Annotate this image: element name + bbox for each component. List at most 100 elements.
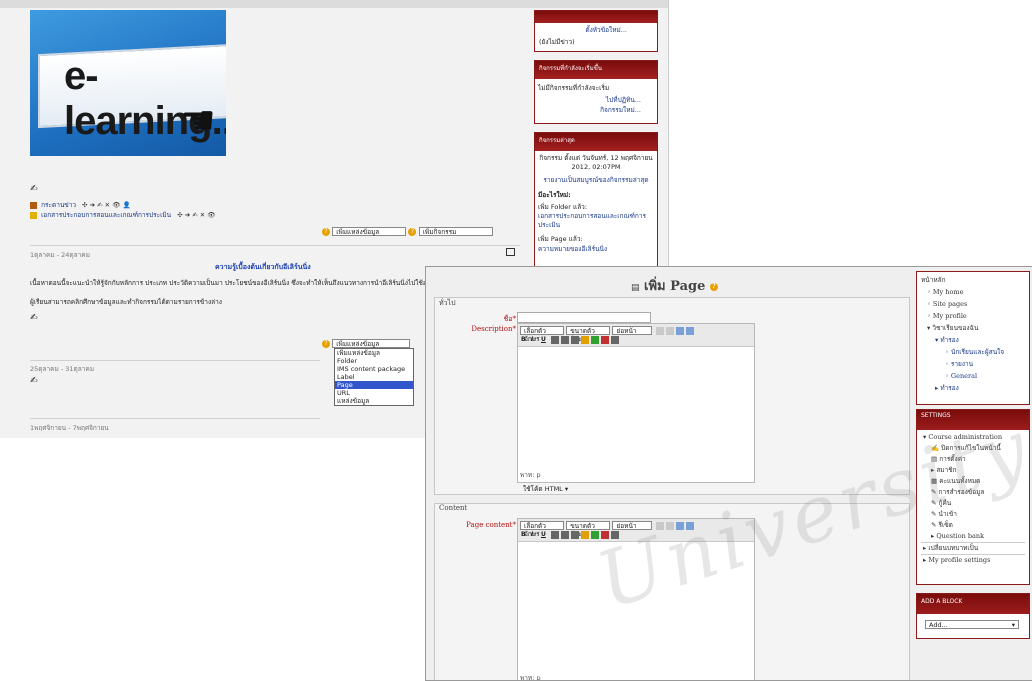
expand-section-icon[interactable] [506,248,515,256]
description-editor[interactable]: เลือกตัวอักษร ขนาดตัวอักษร ย่อหน้า BIU พ… [517,323,755,483]
link-icon[interactable] [581,336,589,344]
font-size-select[interactable]: ขนาดตัวอักษร [566,521,611,538]
recent-page-link[interactable]: ความหมายของอีเลิร์นนิ่ง [535,244,657,254]
nav-item[interactable]: ▸ ทำรอง [921,382,1025,394]
nav-item-label[interactable]: My home [933,288,964,296]
redo-icon[interactable] [665,326,674,335]
upcoming-events-block: กิจกรรมที่กำลังจะเริ่มขึ้น ไม่มีกิจกรรมท… [534,60,658,124]
add-resource-select-open[interactable]: เพิ่มแหล่งข้อมูล [332,339,411,348]
settings-item-label[interactable]: เปลี่ยนบทบาทเป็น [928,544,978,552]
color-icon[interactable] [601,336,609,344]
edit-controls-icon[interactable]: ✣ ➜ ✍ ✕ 👁 👤 [82,201,130,209]
align-icon[interactable] [561,531,569,539]
week3-date: 1พฤศจิกายน - 7พฤศจิกายน [30,424,109,432]
full-report-link[interactable]: รายงานเป็นสมบูรณ์ของกิจกรรมล่าสุด [535,172,657,188]
dropdown-option[interactable]: IMS content package [335,365,413,373]
page-icon: ▤ [631,283,640,293]
dropdown-option[interactable]: Folder [335,357,413,365]
add-block-select[interactable]: Add... ▾ [925,620,1019,629]
resource-folder-label[interactable]: เอกสารประกอบการสอนและเกณฑ์การประเมิน [41,211,171,219]
nav-item-label[interactable]: นักเรียนและผู้สนใจ [951,348,1004,356]
font-family-select[interactable]: เลือกตัวอักษร [520,521,564,538]
italic-icon[interactable]: I [531,336,539,344]
nav-item-label[interactable]: ทำรอง [940,384,959,392]
help-icon[interactable]: ? [408,227,417,236]
add-block-select-label[interactable]: Add... [929,621,948,629]
align-icon[interactable] [571,531,579,539]
nav-item-label[interactable]: วิชาเรียนของฉัน [932,324,978,332]
nav-item[interactable]: ◦ My profile [921,310,1025,322]
settings-item-label[interactable]: My profile settings [928,556,990,564]
nav-item[interactable]: ◦ รายงาน [921,358,1025,370]
nav-item[interactable]: ◦ นักเรียนและผู้สนใจ [921,346,1025,358]
week1-instructions: ผู้เรียนสามารถคลิกศึกษาข้อมูลและทำกิจกรร… [30,298,222,306]
strike-icon[interactable] [551,531,559,539]
nav-header[interactable]: หน้าหลัก [921,274,1025,286]
font-size-select[interactable]: ขนาดตัวอักษร [566,326,611,343]
news-add-link[interactable]: ตั้งหัวข้อใหม่... [535,23,657,35]
font-family-select[interactable]: เลือกตัวอักษร [520,326,564,343]
fullscreen-icon[interactable] [685,326,694,335]
edit-icon[interactable]: ✍ [30,376,38,386]
chevron-down-icon: ▾ [1011,621,1015,629]
nav-item[interactable]: ▾ ทำรอง [921,334,1025,346]
resource-dropdown-list[interactable]: เพิ่มแหล่งข้อมูล Folder IMS content pack… [334,348,414,406]
dropdown-option[interactable]: แหล่งข้อมูล [335,397,413,405]
new-event-link[interactable]: กิจกรรมใหม่... [535,105,657,115]
nav-item[interactable]: ▾ วิชาเรียนของฉัน [921,322,1025,334]
resource-forum-label[interactable]: กระดานข่าว [41,201,76,209]
section-divider [30,360,320,361]
settings-item[interactable]: ▸ Question bank [921,531,1025,542]
add-activity-select[interactable]: เพิ่มกิจกรรม [418,227,493,236]
add-block-header: ADD A BLOCK [917,594,1029,614]
resource-forum[interactable]: กระดานข่าว ✣ ➜ ✍ ✕ 👁 👤 [30,200,131,210]
italic-icon[interactable]: I [531,531,539,539]
image-icon[interactable] [591,336,599,344]
help-icon[interactable]: ? [709,282,718,291]
nav-item-label[interactable]: General [951,372,977,380]
add-resource-select[interactable]: เพิ่มแหล่งข้อมูล [332,227,407,236]
settings-item-label[interactable]: รีเซ็ต [939,521,953,529]
help-icon[interactable]: ? [322,339,330,348]
nav-item-label[interactable]: My profile [933,312,967,320]
list-icon[interactable] [611,336,619,344]
edit-controls-icon[interactable]: ✣ ➜ ✍ ✕ 👁 [177,211,215,219]
nav-item-label[interactable]: Site pages [933,300,967,308]
format-label[interactable]: ใช้โค้ด HTML [523,485,563,493]
dropdown-option[interactable]: URL [335,389,413,397]
section-divider [30,245,520,246]
dropdown-option-highlighted[interactable]: Page [335,381,413,389]
strike-icon[interactable] [551,336,559,344]
edit-icon[interactable]: ✍ [30,313,38,323]
paragraph-select[interactable]: ย่อหน้า [612,326,653,335]
nav-item[interactable]: ◦ General [921,370,1025,382]
page-content-label: Page content* [466,521,516,529]
content-legend: Content [439,504,468,512]
name-input[interactable] [517,312,651,323]
calendar-link[interactable]: ไปที่ปฏิทิน... [535,95,657,105]
dropdown-option[interactable]: Label [335,373,413,381]
undo-icon[interactable] [655,326,664,335]
settings-item-label[interactable]: Question bank [936,532,984,540]
underline-icon[interactable]: U [541,336,549,344]
align-icon[interactable] [561,336,569,344]
link-icon[interactable] [581,531,589,539]
bold-icon[interactable]: B [521,531,529,539]
folder-icon [30,211,37,219]
edit-icon[interactable]: ✍ [30,184,38,194]
help-icon[interactable]: ? [322,227,330,236]
align-icon[interactable] [571,336,579,344]
nav-item-label[interactable]: รายงาน [951,360,973,368]
settings-item[interactable]: ▸ เปลี่ยนบทบาทเป็น [921,542,1025,554]
resource-folder[interactable]: เอกสารประกอบการสอนและเกณฑ์การประเมิน ✣ ➜… [30,210,216,220]
format-select[interactable]: ใช้โค้ด HTML ▾ [523,484,568,494]
nav-item-label[interactable]: ทำรอง [940,336,959,344]
recent-folder-link[interactable]: เอกสารประกอบการสอนและเกณฑ์การประเมิน [535,212,657,230]
nav-item[interactable]: ◦ My home [921,286,1025,298]
settings-item[interactable]: ▸ My profile settings [921,554,1025,566]
bold-icon[interactable]: B [521,336,529,344]
underline-icon[interactable]: U [541,531,549,539]
nav-item[interactable]: ◦ Site pages [921,298,1025,310]
find-icon[interactable] [675,326,684,335]
dropdown-option[interactable]: เพิ่มแหล่งข้อมูล [335,349,413,357]
